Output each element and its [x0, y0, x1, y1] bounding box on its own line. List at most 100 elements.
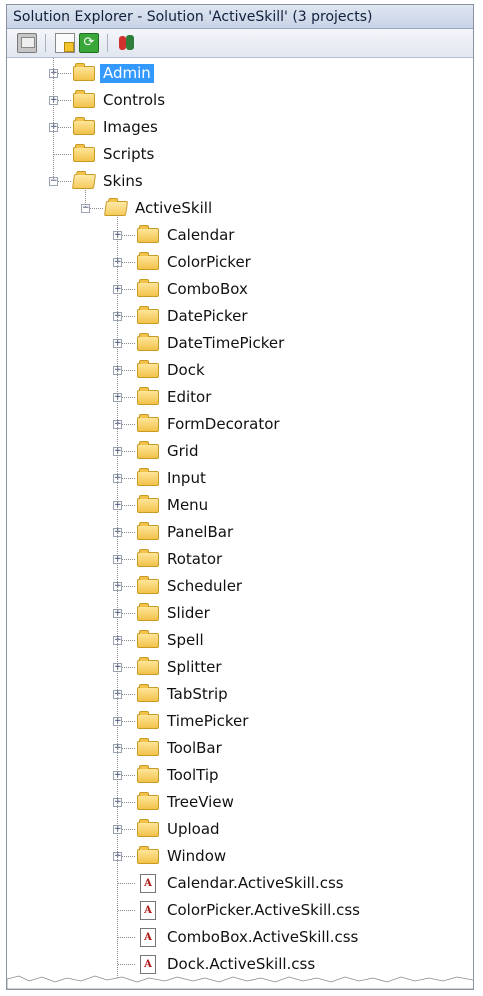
folder-icon: [137, 279, 159, 297]
tree-item-label: TreeView: [167, 793, 234, 811]
toolbar: ⟳: [7, 29, 473, 58]
show-all-files-button[interactable]: [55, 33, 75, 53]
tree-item-label: Editor: [167, 388, 212, 406]
window-title: Solution Explorer - Solution 'ActiveSkil…: [7, 5, 473, 29]
tree-item-window[interactable]: Window: [7, 843, 467, 870]
folder-icon: [137, 792, 159, 810]
tree-item-label: ColorPicker.ActiveSkill.css: [167, 901, 360, 919]
css-file-icon: A: [140, 928, 156, 947]
tree-item-combobox[interactable]: ComboBox: [7, 276, 467, 303]
solution-tree: +Admin+Controls+Images Scripts −Skins−Acti…: [7, 58, 473, 989]
tree-item-splitter[interactable]: Splitter: [7, 654, 467, 681]
tree-connector-vertical: [85, 188, 86, 208]
refresh-button[interactable]: ⟳: [79, 33, 99, 53]
tree-item-label: Splitter: [167, 658, 222, 676]
tree-item-formdecorator[interactable]: FormDecorator: [7, 411, 467, 438]
tree-item-label: Slider: [167, 604, 210, 622]
tree-item-label: TabStrip: [167, 685, 228, 703]
tree-item-label: ComboBox.ActiveSkill.css: [167, 928, 359, 946]
tree-item-label: Admin: [100, 64, 154, 83]
tree-item-label: Scripts: [103, 145, 155, 163]
tree-item-menu[interactable]: Menu: [7, 492, 467, 519]
tree-item-controls[interactable]: +Controls: [7, 87, 467, 114]
tree-item-label: FormDecorator: [167, 415, 280, 433]
tree-item-tooltip[interactable]: ToolTip: [7, 762, 467, 789]
tree-item-skins[interactable]: − Skins: [7, 168, 467, 195]
tree-item-input[interactable]: Input: [7, 465, 467, 492]
tree-item-label: Dock: [167, 361, 205, 379]
tree-item-slider[interactable]: Slider: [7, 600, 467, 627]
tree-connector-vertical: [117, 215, 118, 989]
folder-icon: [137, 846, 159, 864]
tree-item-label: PanelBar: [167, 523, 234, 541]
tree-item-colorpicker[interactable]: ColorPicker: [7, 249, 467, 276]
tree-item-treeview[interactable]: TreeView: [7, 789, 467, 816]
css-file-icon: A: [140, 901, 156, 920]
tree-item-label: Menu: [167, 496, 209, 514]
tree-item-grid[interactable]: Grid: [7, 438, 467, 465]
torn-edge: [7, 975, 473, 989]
folder-icon: [137, 252, 159, 270]
tree-item-css-file[interactable]: A ComboBox.ActiveSkill.css: [7, 924, 467, 951]
tree-item-label: Window: [167, 847, 227, 865]
properties-button[interactable]: [17, 33, 37, 53]
open-folder-icon: [71, 174, 97, 189]
tree-connector-vertical: [53, 58, 54, 181]
folder-icon: [137, 522, 159, 540]
tree-item-datepicker[interactable]: DatePicker: [7, 303, 467, 330]
toolbar-separator: [45, 34, 46, 52]
tree-item-dock[interactable]: Dock: [7, 357, 467, 384]
tree-item-label: Spell: [167, 631, 204, 649]
tree-item-css-file[interactable]: A ColorPicker.ActiveSkill.css: [7, 897, 467, 924]
tree-item-css-file[interactable]: A Calendar.ActiveSkill.css: [7, 870, 467, 897]
tree-item-calendar[interactable]: Calendar: [7, 222, 467, 249]
folder-icon: [137, 387, 159, 405]
folder-icon: [73, 144, 95, 162]
toolbar-separator: [107, 34, 108, 52]
tree-item-label: Calendar.ActiveSkill.css: [167, 874, 344, 892]
folder-icon: [137, 738, 159, 756]
tree-item-scheduler[interactable]: Scheduler: [7, 573, 467, 600]
folder-icon: [73, 63, 95, 81]
folder-icon: [137, 576, 159, 594]
folder-icon: [137, 441, 159, 459]
folder-icon: [137, 711, 159, 729]
tree-item-rotator[interactable]: Rotator: [7, 546, 467, 573]
tree-item-label: Rotator: [167, 550, 223, 568]
tree-item-images[interactable]: +Images: [7, 114, 467, 141]
tree-item-label: Upload: [167, 820, 220, 838]
tree-item-label: ComboBox: [167, 280, 248, 298]
tree-item-tabstrip[interactable]: TabStrip: [7, 681, 467, 708]
folder-icon: [137, 225, 159, 243]
folder-icon: [137, 360, 159, 378]
tree-item-label: ActiveSkill: [135, 199, 213, 217]
tree-item-label: Images: [103, 118, 158, 136]
tree-item-panelbar[interactable]: PanelBar: [7, 519, 467, 546]
tree-item-upload[interactable]: Upload: [7, 816, 467, 843]
tree-item-timepicker[interactable]: TimePicker: [7, 708, 467, 735]
tree-item-scripts[interactable]: Scripts: [7, 141, 467, 168]
tree-item-spell[interactable]: Spell: [7, 627, 467, 654]
solution-explorer-window: Solution Explorer - Solution 'ActiveSkil…: [6, 4, 474, 990]
folder-icon: [137, 549, 159, 567]
tree-item-admin[interactable]: +Admin: [7, 60, 467, 87]
tree-item-toolbar[interactable]: ToolBar: [7, 735, 467, 762]
tree-item-label: ToolTip: [167, 766, 219, 784]
tree-item-label: DatePicker: [167, 307, 248, 325]
folder-icon: [137, 333, 159, 351]
tree-item-activeskill[interactable]: − ActiveSkill: [7, 195, 467, 222]
folder-icon: [137, 414, 159, 432]
tree-item-datetimepicker[interactable]: DateTimePicker: [7, 330, 467, 357]
tree-item-label: ColorPicker: [167, 253, 251, 271]
tree-item-label: TimePicker: [167, 712, 249, 730]
tree-item-label: Controls: [103, 91, 166, 109]
tree-item-label: DateTimePicker: [167, 334, 285, 352]
view-class-diagram-button[interactable]: [117, 33, 137, 53]
tree-item-editor[interactable]: Editor: [7, 384, 467, 411]
tree-item-label: Skins: [103, 172, 143, 190]
folder-icon: [137, 819, 159, 837]
folder-icon: [73, 90, 95, 108]
folder-icon: [137, 306, 159, 324]
folder-icon: [137, 765, 159, 783]
folder-icon: [137, 657, 159, 675]
